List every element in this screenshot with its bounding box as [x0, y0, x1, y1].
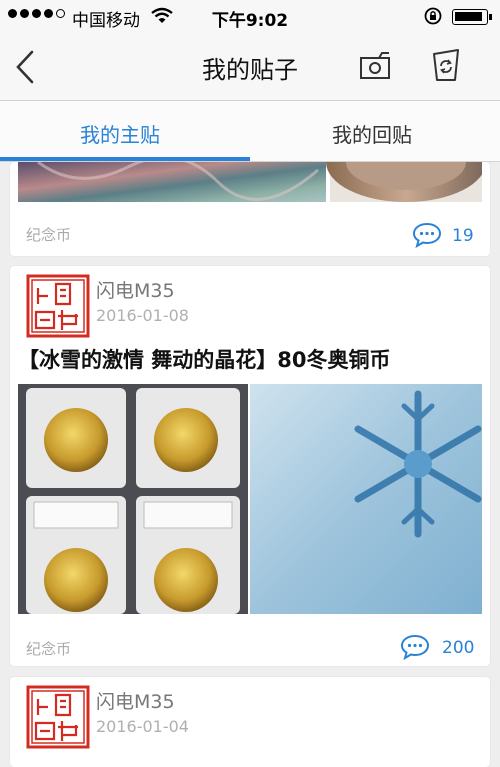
post-category-tag: 纪念币 [26, 226, 72, 244]
tab-bar: 我的主贴 我的回贴 [0, 101, 500, 162]
avatar[interactable] [26, 685, 90, 749]
post-category-tag: 纪念币 [26, 640, 72, 658]
post-card[interactable]: 闪电M35 2016-01-08 【冰雪的激情 舞动的晶花】80冬奥铜币 纪念币 [10, 266, 490, 666]
post-date: 2016-01-08 [96, 306, 189, 325]
camera-icon[interactable] [358, 50, 394, 82]
post-card[interactable]: 纪念币 19 [10, 162, 490, 256]
tab-my-posts[interactable]: 我的主贴 [80, 119, 160, 148]
rotation-lock-icon [424, 7, 442, 25]
comment-count[interactable]: 19 [452, 226, 474, 246]
avatar[interactable] [26, 274, 90, 338]
navigation-bar: 我的贴子 [0, 34, 500, 101]
comment-bubble-icon[interactable] [400, 634, 430, 660]
post-card[interactable]: 闪电M35 2016-01-04 [10, 677, 490, 767]
trash-refresh-icon[interactable] [428, 48, 464, 84]
status-bar: 中国移动 下午9:02 [0, 0, 500, 34]
battery-icon [452, 9, 492, 25]
post-image-strip[interactable] [18, 162, 482, 202]
comment-bubble-icon[interactable] [412, 222, 442, 248]
post-title[interactable]: 【冰雪的激情 舞动的晶花】80冬奥铜币 [18, 344, 391, 374]
post-image[interactable] [18, 384, 482, 614]
post-date: 2016-01-04 [96, 717, 189, 736]
comment-count[interactable]: 200 [442, 638, 474, 658]
author-name[interactable]: 闪电M35 [96, 276, 175, 303]
author-name[interactable]: 闪电M35 [96, 687, 175, 714]
page-title: 我的贴子 [202, 56, 298, 84]
active-tab-indicator [0, 157, 250, 161]
tab-my-replies[interactable]: 我的回贴 [332, 119, 412, 148]
